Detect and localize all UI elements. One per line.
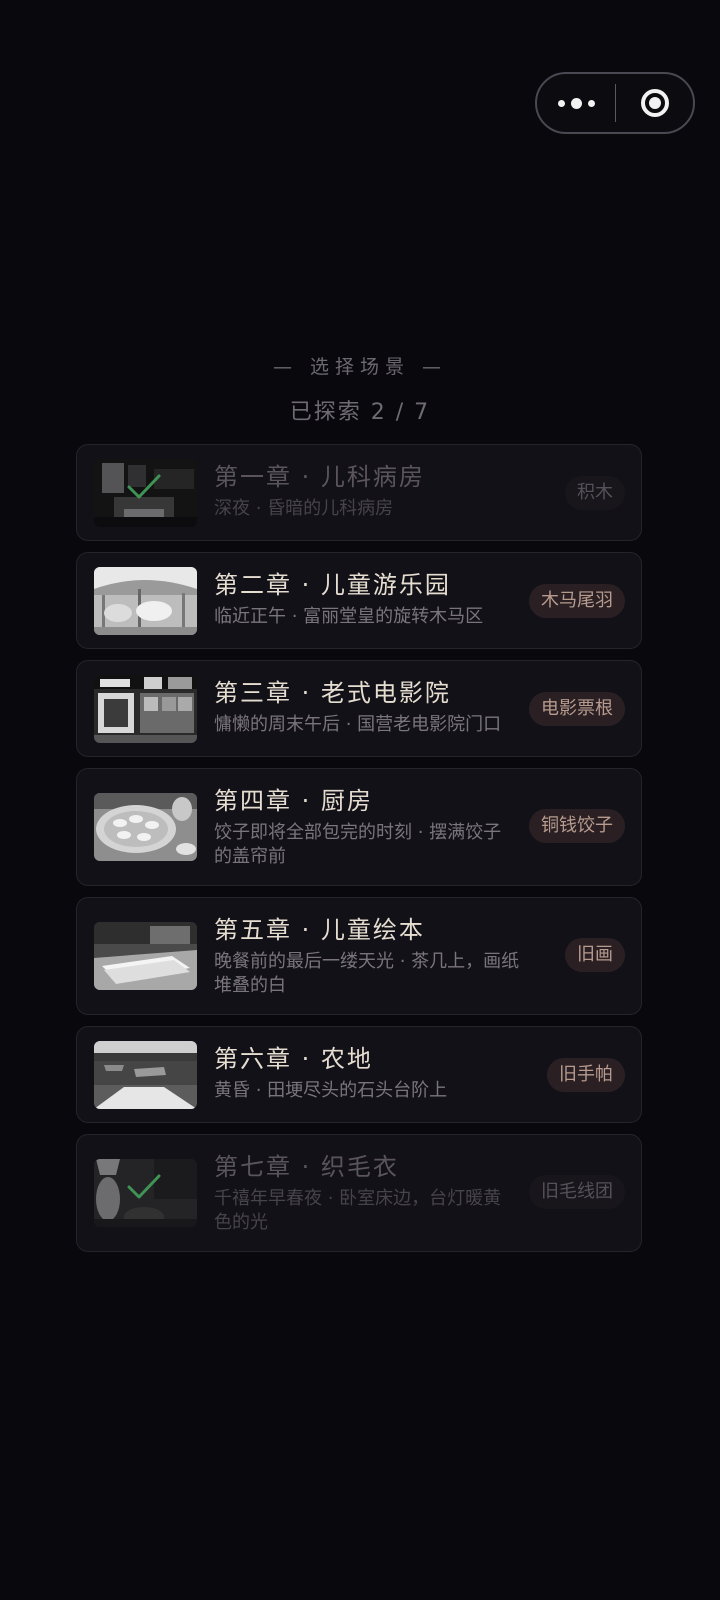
chapter-thumbnail — [94, 793, 197, 861]
chapter-card-7[interactable]: 第七章 · 织毛衣 千禧年早春夜 · 卧室床边，台灯暖黄色的光 旧毛线团 — [76, 1134, 642, 1252]
chapter-thumbnail — [94, 675, 197, 743]
chapter-subtitle: 饺子即将全部包完的时刻 · 摆满饺子的盖帘前 — [214, 822, 502, 867]
chapter-title: 第二章 · 儿童游乐园 — [214, 571, 451, 599]
chapter-subtitle: 深夜 · 昏暗的儿科病房 — [214, 498, 394, 519]
chapter-card-1[interactable]: 第一章 · 儿科病房 深夜 · 昏暗的儿科病房 积木 — [76, 444, 642, 541]
chapter-card-5[interactable]: 第五章 · 儿童绘本 晚餐前的最后一缕天光 · 茶几上，画纸堆叠的白 旧画 — [76, 897, 642, 1015]
chapter-thumbnail — [94, 567, 197, 635]
explored-progress: 已探索 2 / 7 — [289, 400, 431, 425]
chapter-title: 第七章 · 织毛衣 — [214, 1153, 399, 1181]
chapter-title: 第六章 · 农地 — [214, 1045, 373, 1073]
chapter-thumbnail — [94, 922, 197, 990]
chapter-title: 第三章 · 老式电影院 — [214, 679, 451, 707]
chapter-item-tag: 铜钱饺子 — [529, 809, 625, 843]
chapter-card-4[interactable]: 第四章 · 厨房 饺子即将全部包完的时刻 · 摆满饺子的盖帘前 铜钱饺子 — [76, 768, 642, 886]
more-dots-icon[interactable] — [537, 74, 615, 132]
chapter-thumbnail — [94, 1159, 197, 1227]
chapter-item-tag: 旧毛线团 — [529, 1175, 625, 1209]
chapter-item-tag: 旧手帕 — [547, 1058, 625, 1092]
chapter-thumbnail — [94, 459, 197, 527]
chapter-subtitle: 慵懒的周末午后 · 国营老电影院门口 — [214, 714, 502, 735]
chapter-card-3[interactable]: 第三章 · 老式电影院 慵懒的周末午后 · 国营老电影院门口 电影票根 — [76, 660, 642, 757]
chapter-item-tag: 电影票根 — [529, 692, 625, 726]
chapter-subtitle: 千禧年早春夜 · 卧室床边，台灯暖黄色的光 — [214, 1188, 502, 1233]
chapter-card-2[interactable]: 第二章 · 儿童游乐园 临近正午 · 富丽堂皇的旋转木马区 木马尾羽 — [76, 552, 642, 649]
chapter-title: 第五章 · 儿童绘本 — [214, 916, 425, 944]
chapter-title: 第一章 · 儿科病房 — [214, 463, 425, 491]
explored-check-icon — [127, 474, 161, 499]
explored-check-icon — [127, 1174, 161, 1199]
chapter-item-tag: 积木 — [565, 476, 625, 510]
chapter-card-6[interactable]: 第六章 · 农地 黄昏 · 田埂尽头的石头台阶上 旧手帕 — [76, 1026, 642, 1123]
chapter-title: 第四章 · 厨房 — [214, 787, 373, 815]
chapter-thumbnail — [94, 1041, 197, 1109]
mini-program-capsule — [535, 72, 695, 134]
chapter-item-tag: 旧画 — [565, 938, 625, 972]
chapter-subtitle: 黄昏 · 田埂尽头的石头台阶上 — [214, 1080, 448, 1101]
chapter-item-tag: 木马尾羽 — [529, 584, 625, 618]
chapter-subtitle: 临近正午 · 富丽堂皇的旋转木马区 — [214, 606, 484, 627]
section-title: — 选择场景 — — [272, 356, 448, 378]
chapter-list: 第一章 · 儿科病房 深夜 · 昏暗的儿科病房 积木 第二章 · 儿童游乐园 临… — [76, 444, 642, 1263]
target-close-icon[interactable] — [616, 74, 693, 132]
chapter-subtitle: 晚餐前的最后一缕天光 · 茶几上，画纸堆叠的白 — [214, 951, 520, 996]
